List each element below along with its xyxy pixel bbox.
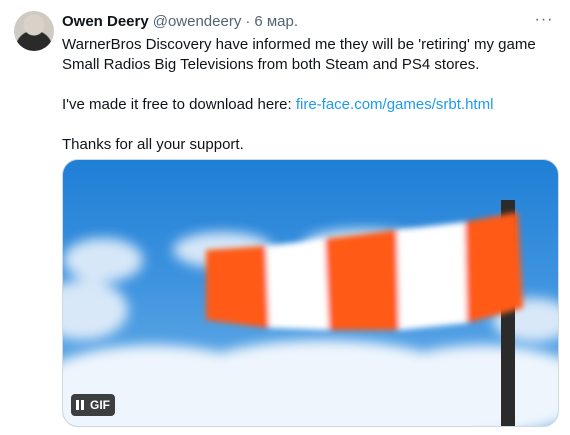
tweet-text: WarnerBros Discovery have informed me th…: [62, 35, 552, 155]
tweet-text-line: I've made it free to download here: fire…: [62, 95, 552, 115]
tweet-text-line: Thanks for all your support.: [62, 136, 244, 153]
tweet-date[interactable]: 6 мар.: [254, 13, 298, 30]
tweet[interactable]: Owen Deery @owendeery · 6 мар. ··· Warne…: [0, 0, 570, 435]
tweet-text-prefix: I've made it free to download here:: [62, 96, 296, 113]
more-options-icon[interactable]: ···: [532, 8, 556, 32]
gif-badge: GIF: [90, 398, 110, 412]
gif-media[interactable]: [62, 159, 559, 427]
author-handle[interactable]: @owendeery: [153, 13, 242, 30]
pause-icon[interactable]: [76, 400, 84, 410]
author-name[interactable]: Owen Deery: [62, 13, 149, 30]
gif-controls: GIF: [71, 394, 115, 416]
tweet-text-line: WarnerBros Discovery have informed me th…: [62, 36, 536, 73]
windsock-image: [63, 200, 558, 426]
download-link[interactable]: fire-face.com/games/srbt.html: [296, 96, 494, 113]
avatar[interactable]: [14, 11, 54, 51]
separator-dot: ·: [245, 12, 251, 30]
tweet-header: Owen Deery @owendeery · 6 мар.: [62, 11, 550, 31]
